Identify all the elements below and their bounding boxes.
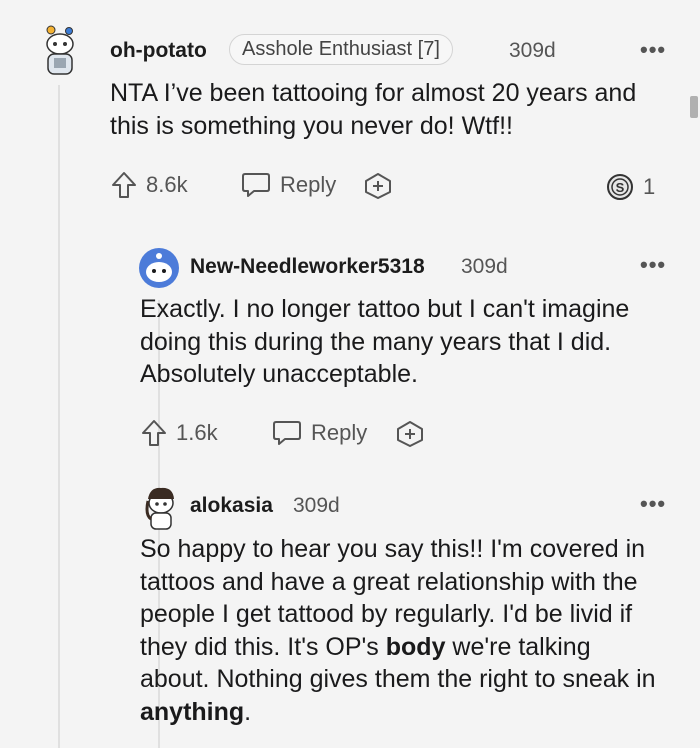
user-flair: Asshole Enthusiast [7] [229,34,453,65]
add-award-icon [397,421,423,447]
svg-text:S: S [616,180,625,195]
reply-bubble-icon [273,421,301,445]
award-count: 1 [643,174,656,199]
reply-button[interactable]: Reply [271,418,367,448]
username[interactable]: alokasia [190,494,273,518]
thread-line-root [58,85,60,748]
award-display[interactable]: S 1 [605,172,655,202]
body-bold-word: body [385,632,446,661]
award-button[interactable] [363,172,393,205]
username[interactable]: oh-potato [110,39,207,63]
comment-body: Exactly. I no longer tattoo but I can't … [140,295,630,388]
silver-award-icon: S [607,174,633,200]
add-award-icon [365,173,391,199]
reply-button[interactable]: Reply [240,170,336,200]
more-options-icon[interactable]: ••• [640,491,666,517]
snoo-avatar-icon [46,25,74,75]
reply-label: Reply [280,172,337,197]
more-options-icon[interactable]: ••• [640,37,666,63]
avatar[interactable] [38,22,82,78]
vote-count: 8.6k [146,172,188,197]
avatar[interactable] [138,247,180,289]
upvote-button[interactable]: 1.6k [140,418,218,448]
username[interactable]: New-Needleworker5318 [190,255,425,279]
upvote-arrow-icon [112,172,136,198]
award-button[interactable] [395,420,425,453]
body-bold-word: anything [140,697,245,726]
reply-bubble-icon [242,173,270,197]
snoo-avatar-icon [139,248,179,288]
comment-body: NTA I’ve been tattooing for almost 20 ye… [110,79,637,140]
upvote-button[interactable]: 8.6k [110,170,188,200]
comment-timestamp: 309d [509,39,556,62]
vote-count: 1.6k [176,420,218,445]
comment-body: So happy to hear you say this!! I'm cove… [140,533,660,728]
comment-timestamp: 309d [293,494,340,517]
scrollbar-thumb[interactable] [690,96,698,118]
comment-timestamp: 309d [461,255,508,278]
more-options-icon[interactable]: ••• [640,252,666,278]
body-text-segment: . [244,697,252,726]
snoo-avatar-icon [145,487,174,530]
reply-label: Reply [311,420,368,445]
avatar[interactable] [142,485,180,531]
upvote-arrow-icon [142,420,166,446]
